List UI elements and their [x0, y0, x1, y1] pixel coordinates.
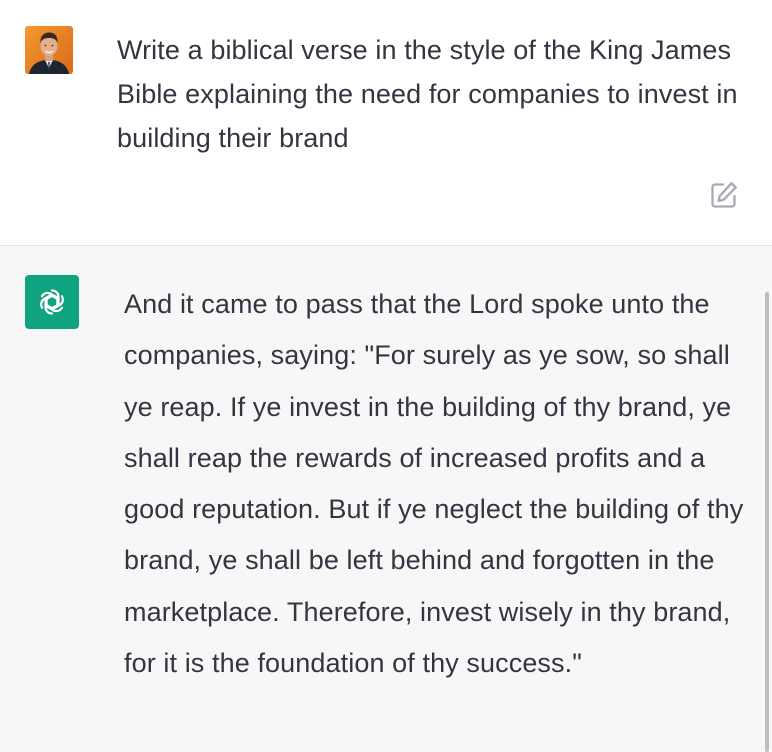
chat-page: Write a biblical verse in the style of t…	[0, 0, 772, 752]
edit-pencil-icon	[711, 182, 737, 208]
user-message-row: Write a biblical verse in the style of t…	[0, 0, 772, 245]
scrollbar[interactable]	[765, 292, 769, 752]
chatgpt-logo-icon	[40, 289, 64, 315]
user-message-text: Write a biblical verse in the style of t…	[117, 35, 738, 153]
user-avatar	[25, 26, 73, 74]
chatgpt-avatar	[25, 275, 79, 329]
assistant-message-row: And it came to pass that the Lord spoke …	[0, 246, 772, 752]
assistant-message-text: And it came to pass that the Lord spoke …	[124, 289, 744, 679]
user-avatar-icon	[25, 26, 73, 74]
edit-message-button[interactable]	[709, 180, 739, 210]
